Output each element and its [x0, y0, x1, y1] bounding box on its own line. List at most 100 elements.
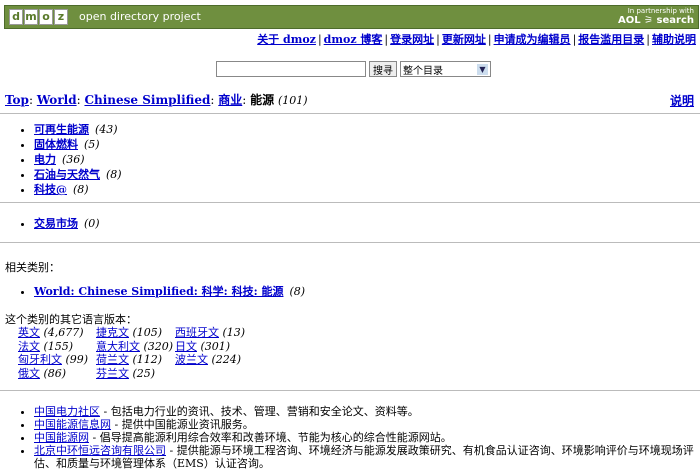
language-cell: 捷克文 (105) — [96, 326, 175, 340]
nav-separator: | — [572, 33, 577, 46]
site-description: - 提供中国能源业资讯服务。 — [111, 418, 254, 431]
list-item: 中国电力社区 - 包括电力行业的资讯、技术、管理、营销和安全论文、资料等。 — [34, 405, 694, 418]
site-description: - 包括电力行业的资讯、技术、管理、营销和安全论文、资料等。 — [100, 405, 419, 418]
subcategory-link[interactable]: 可再生能源 — [34, 123, 89, 136]
language-count: (86) — [43, 366, 67, 380]
language-cell: 匈牙利文 (99) — [18, 353, 96, 367]
subcategory-link[interactable]: 固体燃料 — [34, 138, 78, 151]
help-link[interactable]: 说明 — [670, 92, 694, 109]
language-cell: 波兰文 (224) — [175, 353, 241, 367]
site-link[interactable]: 北京中环恒远咨询有限公司 — [34, 444, 166, 457]
dmoz-logo[interactable]: d m o z — [9, 9, 69, 25]
list-item: 中国能源网 - 倡导提高能源利用综合效率和改善环境、节能为核心的综合性能源网站。 — [34, 431, 694, 444]
language-count: (301) — [200, 339, 231, 353]
language-row: 英文 (4,677) 捷克文 (105) 西班牙文 (13) — [18, 326, 245, 340]
site-description: - 倡导提高能源利用综合效率和改善环境、节能为核心的综合性能源网站。 — [89, 431, 452, 444]
list-item: 交易市场 (0) — [34, 216, 100, 231]
divider — [0, 242, 700, 243]
list-item: 科技@ (8) — [34, 182, 122, 197]
divider — [0, 202, 700, 203]
divider — [0, 390, 700, 391]
breadcrumb-world[interactable]: World — [37, 93, 77, 107]
language-count: (320) — [143, 339, 174, 353]
language-count: (99) — [65, 353, 89, 366]
site-header: d m o z open directory project In partne… — [4, 5, 699, 29]
language-cell: 英文 (4,677) — [18, 326, 96, 340]
search-bar: 搜寻 整个目录 ▼ — [216, 61, 491, 77]
language-link[interactable]: 英文 — [18, 326, 40, 339]
subcategory-count: (8) — [106, 168, 122, 181]
language-link[interactable]: 荷兰文 — [96, 353, 129, 366]
language-cell: 意大利文 (320) — [96, 340, 175, 354]
search-button[interactable]: 搜寻 — [369, 61, 397, 77]
logo-letter: m — [24, 9, 38, 25]
language-link[interactable]: 日文 — [175, 340, 197, 353]
nav-blog[interactable]: dmoz 博客 — [324, 33, 383, 46]
subcategory-link[interactable]: 科技@ — [34, 183, 67, 196]
logo-letter: d — [9, 9, 23, 25]
subcategory-count: (8) — [73, 183, 89, 196]
list-item: 北京中环恒远咨询有限公司 - 提供能源与环境工程咨询、环境经济与能源发展政策研究… — [34, 444, 694, 470]
subcategory-link[interactable]: 交易市场 — [34, 217, 78, 230]
breadcrumb-current: 能源 — [250, 93, 275, 107]
language-link[interactable]: 意大利文 — [96, 340, 140, 353]
language-link[interactable]: 法文 — [18, 340, 40, 353]
related-categories-title: 相关类别： — [5, 261, 60, 274]
nav-separator: | — [646, 33, 650, 46]
nav-separator: | — [317, 33, 322, 46]
subcategory-count: (36) — [62, 153, 85, 166]
language-cell: 日文 (301) — [175, 340, 230, 354]
breadcrumb-top[interactable]: Top — [5, 93, 29, 107]
list-item: 中国能源信息网 - 提供中国能源业资讯服务。 — [34, 418, 694, 431]
language-row: 俄文 (86) 芬兰文 (25) — [18, 367, 245, 381]
site-link[interactable]: 中国能源信息网 — [34, 418, 111, 431]
language-cell: 芬兰文 (25) — [96, 367, 155, 381]
language-link[interactable]: 捷克文 — [96, 326, 129, 339]
list-item: 固体燃料 (5) — [34, 137, 122, 152]
nav-separator: | — [384, 33, 389, 46]
list-item: World: Chinese Simplified: 科学: 科技: 能源 (8) — [34, 283, 305, 299]
subcategory-list-2: 交易市场 (0) — [22, 216, 100, 231]
site-link[interactable]: 中国能源网 — [34, 431, 89, 444]
nav-submit-url[interactable]: 登录网址 — [390, 33, 434, 46]
language-count: (25) — [132, 366, 156, 380]
subcategory-link[interactable]: 石油与天然气 — [34, 168, 100, 181]
nav-update-url[interactable]: 更新网址 — [442, 33, 486, 46]
list-item: 可再生能源 (43) — [34, 122, 122, 137]
partner-line: In partnership with — [627, 7, 694, 15]
language-count: (155) — [43, 339, 74, 353]
nav-become-editor[interactable]: 申请成为编辑员 — [494, 33, 571, 46]
language-link[interactable]: 芬兰文 — [96, 367, 129, 380]
nav-report-abuse[interactable]: 报告滥用目录 — [578, 33, 644, 46]
language-count: (4,677) — [43, 326, 84, 339]
nav-help[interactable]: 辅助说明 — [652, 33, 696, 46]
site-link[interactable]: 中国电力社区 — [34, 405, 100, 418]
top-nav: 关于 dmoz | dmoz 博客 | 登录网址 | 更新网址 | 申请成为编辑员 | 报告滥用目录… — [257, 31, 696, 47]
related-categories-list: World: Chinese Simplified: 科学: 科技: 能源 (8) — [22, 283, 305, 299]
breadcrumb-language[interactable]: Chinese Simplified — [84, 93, 210, 107]
language-count: (224) — [211, 353, 242, 366]
language-link[interactable]: 匈牙利文 — [18, 353, 62, 366]
other-languages-grid: 英文 (4,677) 捷克文 (105) 西班牙文 (13) 法文 (155) 意大利… — [18, 326, 245, 380]
search-scope-select[interactable]: 整个目录 ▼ — [400, 61, 491, 77]
related-category-link[interactable]: World: Chinese Simplified: 科学: 科技: 能源 — [34, 285, 283, 298]
language-link[interactable]: 西班牙文 — [175, 326, 219, 339]
nav-separator: | — [487, 33, 492, 46]
search-input[interactable] — [216, 61, 366, 77]
language-row: 法文 (155) 意大利文 (320) 日文 (301) — [18, 340, 245, 354]
language-link[interactable]: 俄文 — [18, 367, 40, 380]
language-row: 匈牙利文 (99) 荷兰文 (112) 波兰文 (224) — [18, 353, 245, 367]
subcategory-link[interactable]: 电力 — [34, 153, 56, 166]
aol-partner-badge[interactable]: In partnership with AOL ⚞ search — [618, 7, 694, 26]
language-count: (105) — [132, 326, 163, 339]
list-item: 石油与天然气 (8) — [34, 167, 122, 182]
list-item: 电力 (36) — [34, 152, 122, 167]
nav-about[interactable]: 关于 dmoz — [257, 33, 316, 46]
logo-letter: o — [39, 9, 53, 25]
site-listing: 中国电力社区 - 包括电力行业的资讯、技术、管理、营销和安全论文、资料等。 中国… — [22, 405, 694, 470]
divider — [0, 113, 700, 114]
language-link[interactable]: 波兰文 — [175, 353, 208, 366]
language-cell: 荷兰文 (112) — [96, 353, 175, 367]
breadcrumb-business[interactable]: 商业 — [218, 93, 242, 107]
subcategory-count: (43) — [95, 123, 118, 136]
